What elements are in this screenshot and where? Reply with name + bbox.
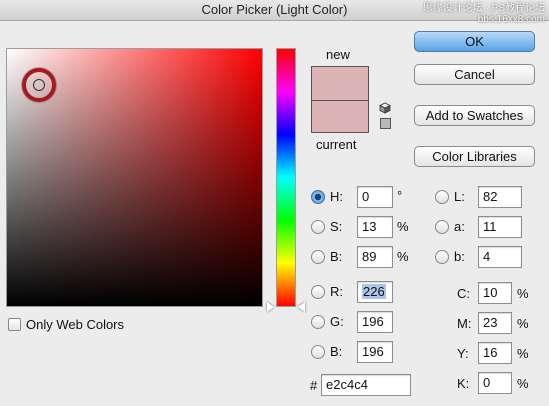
lab-l-radio[interactable]: [435, 190, 449, 204]
cancel-button[interactable]: Cancel: [414, 64, 535, 85]
watermark-line-2: bbs.16xx8.com: [477, 14, 545, 25]
hue-radio[interactable]: [311, 190, 325, 204]
watermark-line-1: 思缘设计论坛 · PS教程论坛: [422, 3, 545, 14]
lab-a-radio[interactable]: [435, 220, 449, 234]
hex-input[interactable]: e2c4c4: [321, 374, 411, 396]
lab-b-input[interactable]: 4: [478, 246, 522, 268]
out-of-gamut-cube-icon[interactable]: [379, 102, 391, 114]
only-web-colors-label: Only Web Colors: [26, 317, 125, 332]
lab-l-input[interactable]: 82: [478, 186, 522, 208]
add-to-swatches-button[interactable]: Add to Swatches: [414, 105, 535, 126]
green-radio[interactable]: [311, 315, 325, 329]
title-bar: Color Picker (Light Color) 思缘设计论坛 · PS教程…: [0, 0, 549, 25]
hue-input[interactable]: 0: [357, 186, 393, 208]
new-color-label: new: [326, 47, 350, 62]
cyan-label: C:: [457, 286, 470, 301]
lab-b-radio[interactable]: [435, 250, 449, 264]
hue-slider-right-arrow-icon[interactable]: [298, 302, 305, 312]
websafe-swatch[interactable]: [380, 118, 391, 129]
color-libraries-button[interactable]: Color Libraries: [414, 146, 535, 167]
yellow-input[interactable]: 16: [478, 342, 512, 364]
hue-slider[interactable]: [276, 48, 296, 307]
saturation-unit: %: [397, 219, 409, 234]
only-web-colors-checkbox[interactable]: [8, 318, 21, 331]
brightness-label: B:: [330, 249, 343, 264]
brightness-radio[interactable]: [311, 250, 325, 264]
blue-label: B:: [330, 344, 343, 359]
yellow-label: Y:: [457, 346, 469, 361]
hex-label: #: [310, 378, 318, 393]
green-input[interactable]: 196: [357, 311, 393, 333]
current-color-swatch[interactable]: [311, 100, 369, 133]
black-unit: %: [517, 376, 529, 391]
watermark: 思缘设计论坛 · PS教程论坛 bbs.16xx8.com: [423, 3, 545, 25]
lab-b-label: b:: [454, 249, 465, 264]
red-input[interactable]: 226: [357, 281, 393, 303]
cyan-unit: %: [517, 286, 529, 301]
cyan-input[interactable]: 10: [478, 282, 512, 304]
blue-input[interactable]: 196: [357, 341, 393, 363]
black-label: K:: [457, 376, 470, 391]
saturation-label: S:: [330, 219, 343, 234]
brightness-unit: %: [397, 249, 409, 264]
ok-button[interactable]: OK: [414, 31, 535, 52]
current-color-label: current: [316, 137, 357, 152]
black-input[interactable]: 0: [478, 372, 512, 394]
lab-a-label: a:: [454, 219, 465, 234]
hue-slider-left-arrow-icon[interactable]: [267, 302, 274, 312]
saturation-input[interactable]: 13: [357, 216, 393, 238]
lab-a-input[interactable]: 11: [478, 216, 522, 238]
magenta-unit: %: [517, 316, 529, 331]
yellow-unit: %: [517, 346, 529, 361]
red-input-value: 226: [362, 284, 386, 299]
red-radio[interactable]: [311, 285, 325, 299]
brightness-input[interactable]: 89: [357, 246, 393, 268]
hue-unit: °: [397, 188, 403, 203]
hue-label: H:: [330, 189, 343, 204]
red-label: R:: [330, 284, 343, 299]
new-color-swatch: [311, 66, 369, 101]
magenta-label: M:: [457, 316, 472, 331]
saturation-radio[interactable]: [311, 220, 325, 234]
blue-radio[interactable]: [311, 345, 325, 359]
lab-l-label: L:: [454, 189, 465, 204]
green-label: G:: [330, 314, 344, 329]
magenta-input[interactable]: 23: [478, 312, 512, 334]
color-field-marker[interactable]: [22, 68, 56, 102]
